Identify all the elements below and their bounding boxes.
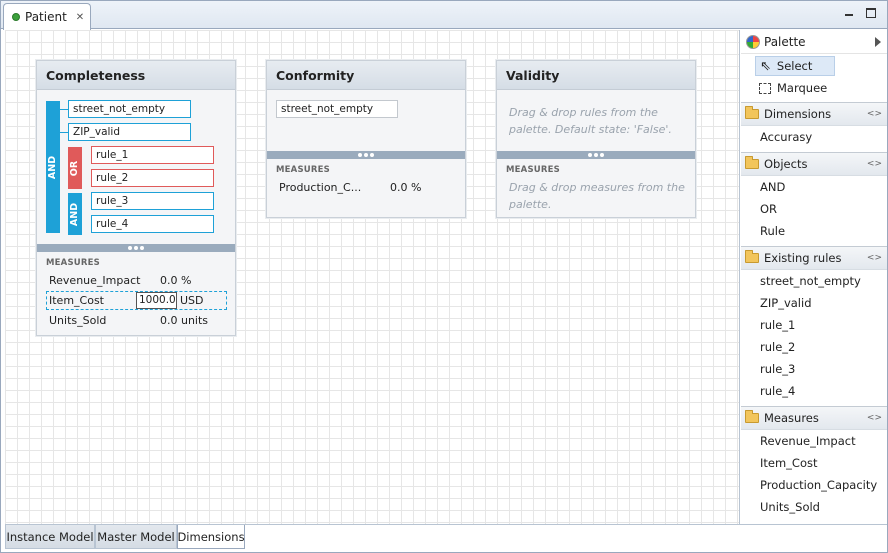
measure-name: Production_C... <box>279 181 362 194</box>
arrow-cursor-icon: ⇖ <box>760 58 771 74</box>
drawer-objects[interactable]: Objects <> <box>741 152 887 176</box>
card-title: Conformity <box>267 61 465 90</box>
drawer-measures[interactable]: Measures <> <box>741 406 887 430</box>
minimize-icon[interactable] <box>843 7 855 19</box>
close-icon[interactable]: ✕ <box>76 12 84 23</box>
drawer-toggle-icon[interactable]: <> <box>867 253 882 263</box>
measure-unit: USD <box>180 294 204 307</box>
palette-item[interactable]: Rule <box>741 220 887 242</box>
folder-icon <box>745 410 759 423</box>
select-tool[interactable]: ⇖ Select <box>755 56 835 76</box>
tab-master-model[interactable]: Master Model <box>95 525 177 549</box>
measures-header: MEASURES <box>46 258 100 268</box>
and-operator-nested[interactable]: AND <box>68 193 82 235</box>
collapse-palette-icon[interactable] <box>875 36 881 47</box>
and-label: AND <box>47 155 59 179</box>
marquee-tool-label: Marquee <box>777 81 828 95</box>
and-operator[interactable]: AND <box>46 101 60 233</box>
or-operator[interactable]: OR <box>68 147 82 189</box>
dimension-card-completeness[interactable]: Completeness AND street_not_empty ZIP_va… <box>36 60 236 336</box>
diagram-canvas[interactable]: Completeness AND street_not_empty ZIP_va… <box>5 30 740 524</box>
drawer-label: Measures <box>764 411 819 425</box>
palette-item[interactable]: Item_Cost <box>741 452 887 474</box>
palette-icon <box>746 34 760 49</box>
connector <box>60 109 68 110</box>
palette-title: Palette <box>764 34 806 49</box>
model-icon <box>12 13 20 21</box>
maximize-icon[interactable] <box>865 7 877 19</box>
marquee-icon <box>759 82 771 94</box>
dimension-card-conformity[interactable]: Conformity street_not_empty MEASURES Pro… <box>266 60 466 218</box>
rules-drop-hint: Drag & drop rules from the palette. Defa… <box>509 106 672 136</box>
editor-tab-bar: Patient ✕ <box>1 1 887 30</box>
editor-tab-label: Patient <box>25 10 67 24</box>
or-label: OR <box>69 160 81 176</box>
measure-value-input[interactable]: 1000.0 <box>136 292 177 309</box>
palette-item[interactable]: Revenue_Impact <box>741 430 887 452</box>
measures-header: MEASURES <box>506 165 560 175</box>
measure-name: Units_Sold <box>49 314 107 327</box>
measure-name: Item_Cost <box>49 294 104 307</box>
palette-item[interactable]: rule_1 <box>741 314 887 336</box>
palette-item[interactable]: Accurasy <box>741 126 887 148</box>
measures-drop-hint: Drag & drop measures from the palette. <box>509 181 685 211</box>
section-separator[interactable] <box>267 151 465 159</box>
tab-instance-model[interactable]: Instance Model <box>5 525 95 549</box>
measure-value: 0.0 % <box>160 274 192 287</box>
rule-2[interactable]: rule_2 <box>91 169 214 187</box>
measure-name: Revenue_Impact <box>49 274 141 287</box>
drawer-toggle-icon[interactable]: <> <box>867 159 882 169</box>
palette-item[interactable]: Units_Sold <box>741 496 887 518</box>
measure-value: 0.0 units <box>160 314 209 327</box>
drawer-dimensions[interactable]: Dimensions <> <box>741 102 887 126</box>
palette-item[interactable]: rule_2 <box>741 336 887 358</box>
folder-icon <box>745 250 759 263</box>
palette-item[interactable]: AND <box>741 176 887 198</box>
drawer-existing-rules[interactable]: Existing rules <> <box>741 246 887 270</box>
measures-header: MEASURES <box>276 165 330 175</box>
palette-item[interactable]: Production_Capacity <box>741 474 887 496</box>
rule-3[interactable]: rule_3 <box>91 192 214 210</box>
card-title: Validity <box>497 61 695 90</box>
drawer-label: Objects <box>764 157 808 171</box>
card-title: Completeness <box>37 61 235 90</box>
section-separator[interactable] <box>37 244 235 252</box>
select-tool-label: Select <box>776 59 813 73</box>
palette-item[interactable]: OR <box>741 198 887 220</box>
palette-panel: Palette ⇖ Select Marquee Dimensions <> A… <box>741 30 887 524</box>
rule-4[interactable]: rule_4 <box>91 215 214 233</box>
drawer-toggle-icon[interactable]: <> <box>867 413 882 423</box>
rule-street-not-empty[interactable]: street_not_empty <box>276 100 398 118</box>
editor-page-tabs: Instance Model Master Model Dimensions <box>5 524 887 552</box>
marquee-tool[interactable]: Marquee <box>755 78 835 98</box>
section-separator[interactable] <box>497 151 695 159</box>
palette-item[interactable]: ZIP_valid <box>741 292 887 314</box>
folder-icon <box>745 106 759 119</box>
palette-item[interactable]: rule_4 <box>741 380 887 402</box>
connector <box>60 132 68 133</box>
tab-dimensions[interactable]: Dimensions <box>177 525 245 549</box>
and-label: AND <box>69 202 81 226</box>
editor-window: Patient ✕ Completeness AND street_not_em… <box>0 0 888 553</box>
drawer-toggle-icon[interactable]: <> <box>867 109 882 119</box>
palette-item[interactable]: street_not_empty <box>741 270 887 292</box>
measure-value: 0.0 % <box>390 181 422 194</box>
palette-header[interactable]: Palette <box>741 30 887 54</box>
rule-1[interactable]: rule_1 <box>91 146 214 164</box>
drawer-label: Dimensions <box>764 107 832 121</box>
window-controls <box>843 7 877 19</box>
editor-tab-patient[interactable]: Patient ✕ <box>3 3 91 30</box>
dimension-card-validity[interactable]: Validity Drag & drop rules from the pale… <box>496 60 696 218</box>
drawer-label: Existing rules <box>764 251 842 265</box>
rule-street-not-empty[interactable]: street_not_empty <box>68 100 191 118</box>
rule-zip-valid[interactable]: ZIP_valid <box>68 123 191 141</box>
palette-item[interactable]: rule_3 <box>741 358 887 380</box>
folder-icon <box>745 156 759 169</box>
